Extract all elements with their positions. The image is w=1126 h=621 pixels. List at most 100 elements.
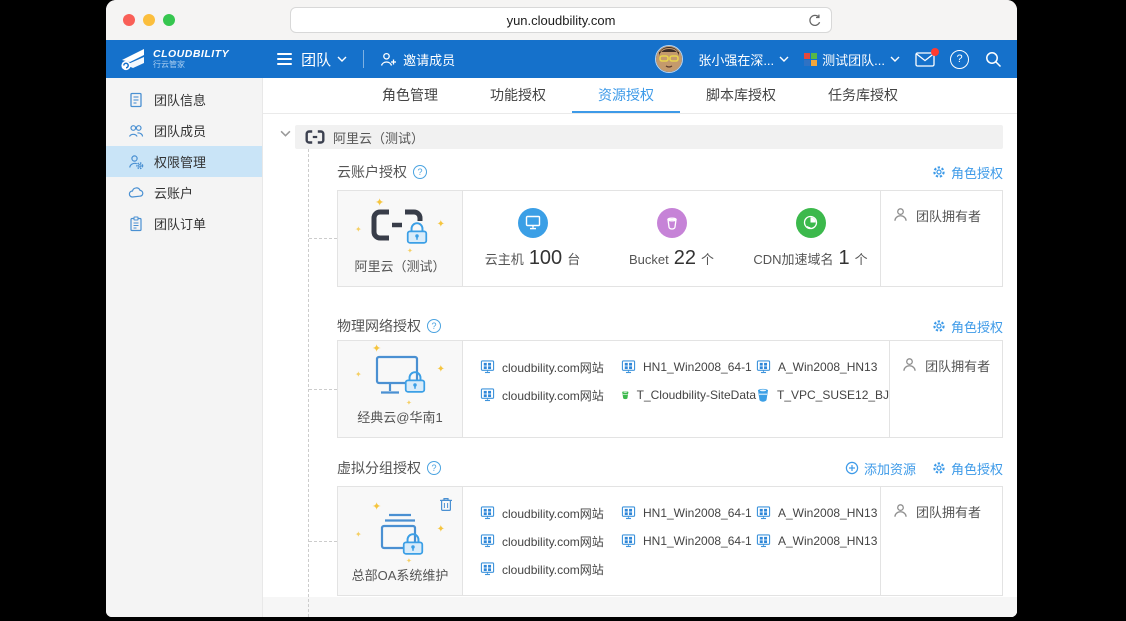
- cloud-host-icon: [517, 207, 548, 238]
- windows-host-icon: [621, 360, 636, 374]
- notification-badge: [931, 47, 939, 56]
- bucket-green-icon: [621, 388, 630, 402]
- browser-titlebar: yun.cloudbility.com: [106, 0, 1017, 41]
- delete-group-icon[interactable]: [439, 496, 453, 512]
- resource-item[interactable]: cloudbility.com网站: [480, 533, 621, 550]
- group-collapse-chevron[interactable]: [280, 130, 291, 137]
- tab-script-library-auth[interactable]: 脚本库授权: [680, 78, 802, 113]
- alicloud-lock-icon: [371, 209, 428, 244]
- tree-connector: [309, 541, 337, 542]
- windows-host-icon: [480, 388, 495, 402]
- cloud-account-group-header[interactable]: 阿里云（测试）: [295, 125, 1003, 149]
- gear-icon: [932, 461, 946, 475]
- chevron-down-icon: [890, 56, 900, 62]
- tab-function-auth[interactable]: 功能授权: [464, 78, 572, 113]
- role-auth-label: 角色授权: [950, 165, 1003, 181]
- stat-unit: 个: [700, 251, 714, 267]
- role-auth-label: 角色授权: [950, 319, 1003, 335]
- resource-item[interactable]: A_Win2008_HN13: [756, 534, 880, 548]
- resource-item[interactable]: cloudbility.com网站: [480, 561, 621, 578]
- role-auth-link[interactable]: 角色授权: [932, 163, 1003, 182]
- brand-subtitle: 行云管家: [153, 60, 185, 70]
- resource-item[interactable]: cloudbility.com网站: [480, 387, 621, 404]
- help-button[interactable]: [950, 49, 969, 69]
- team-grid-icon: [804, 52, 818, 66]
- sidebar-item-team-orders[interactable]: 团队订单: [106, 208, 262, 239]
- stat-unit: 台: [567, 251, 581, 267]
- section-title: 云账户授权: [337, 164, 407, 180]
- resource-item[interactable]: A_Win2008_HN13: [756, 360, 889, 374]
- resource-item[interactable]: A_Win2008_HN13: [756, 506, 880, 520]
- help-icon[interactable]: [427, 461, 441, 475]
- resource-label: A_Win2008_HN13: [778, 506, 878, 520]
- sparkle-icon: ✦: [406, 558, 412, 565]
- group-title: 阿里云（测试）: [333, 130, 425, 146]
- invite-member-button[interactable]: 邀请成员: [380, 50, 455, 69]
- add-resource-link[interactable]: 添加资源: [845, 459, 916, 478]
- tree-connector: [309, 238, 337, 239]
- windows-host-icon: [480, 534, 495, 548]
- classic-network-lock-icon: [375, 355, 426, 394]
- cloudbility-logo-icon: [121, 49, 144, 71]
- sparkle-icon: ✦: [355, 370, 362, 379]
- team-name-label: 测试团队...: [822, 52, 885, 68]
- chevron-down-icon: [337, 56, 347, 62]
- messages-button[interactable]: [915, 47, 939, 67]
- close-window-button[interactable]: [123, 14, 135, 26]
- resource-label: HN1_Win2008_64-1: [643, 360, 752, 374]
- owner-cell: 团队拥有者: [889, 341, 1011, 437]
- cloud-account-card: ✦ ✦ ✦ ✦ 阿里云（测试） 云主机 100 台 Bucket 22 个 CD…: [337, 190, 1003, 287]
- windows-host-icon: [621, 506, 636, 520]
- person-icon: [902, 357, 917, 372]
- windows-host-icon: [756, 360, 771, 374]
- team-menu[interactable]: 团队: [301, 49, 347, 70]
- resource-item[interactable]: HN1_Win2008_64-1: [621, 506, 756, 520]
- windows-host-icon: [480, 562, 495, 576]
- hamburger-menu-icon[interactable]: [277, 53, 293, 65]
- plus-circle-icon: [845, 461, 859, 475]
- zoom-window-button[interactable]: [163, 14, 175, 26]
- sidebar-item-permissions[interactable]: 权限管理: [106, 146, 262, 177]
- search-icon[interactable]: [984, 50, 1003, 69]
- stat-label: CDN加速域名: [753, 251, 834, 267]
- person-icon: [893, 503, 908, 518]
- help-icon[interactable]: [427, 319, 441, 333]
- address-bar[interactable]: yun.cloudbility.com: [290, 7, 832, 33]
- resource-label: cloudbility.com网站: [502, 360, 604, 375]
- tab-resource-auth[interactable]: 资源授权: [572, 78, 680, 113]
- person-gear-icon: [129, 154, 144, 169]
- resource-item[interactable]: cloudbility.com网站: [480, 505, 621, 522]
- people-icon: [128, 124, 144, 137]
- resource-item[interactable]: T_Cloudbility-SiteData: [621, 388, 756, 402]
- brand-logo[interactable]: CLOUDBILITY 行云管家: [120, 47, 229, 71]
- gear-icon: [932, 165, 946, 179]
- team-switcher[interactable]: 测试团队...: [804, 50, 900, 69]
- cloud-icon: [128, 186, 144, 198]
- entity-label: 总部OA系统维护: [351, 568, 449, 583]
- role-auth-link[interactable]: 角色授权: [932, 317, 1003, 336]
- section-head-virtual-group: 虚拟分组授权 添加资源 角色授权: [337, 456, 1003, 480]
- tab-role-management[interactable]: 角色管理: [356, 78, 464, 113]
- user-avatar[interactable]: [655, 45, 684, 73]
- person-plus-icon: [380, 52, 397, 66]
- resource-item[interactable]: cloudbility.com网站: [480, 359, 621, 376]
- resource-item[interactable]: T_VPC_SUSE12_BJ: [756, 388, 889, 402]
- sidebar-item-team-info[interactable]: 团队信息: [106, 84, 262, 115]
- resource-item[interactable]: HN1_Win2008_64-1: [621, 360, 756, 374]
- help-icon[interactable]: [413, 165, 427, 179]
- add-resource-label: 添加资源: [863, 461, 916, 477]
- user-menu[interactable]: 张小强在深...: [698, 50, 789, 69]
- sparkle-icon: ✦: [372, 501, 382, 513]
- resource-label: HN1_Win2008_64-1: [643, 534, 752, 548]
- resource-item[interactable]: HN1_Win2008_64-1: [621, 534, 756, 548]
- sparkle-icon: ✦: [372, 343, 382, 355]
- sidebar-item-cloud-accounts[interactable]: 云账户: [106, 177, 262, 208]
- tab-task-library-auth[interactable]: 任务库授权: [802, 78, 924, 113]
- resource-label: cloudbility.com网站: [502, 506, 604, 521]
- role-auth-link[interactable]: 角色授权: [932, 459, 1003, 478]
- stat-cloud-host: 云主机 100 台: [463, 191, 602, 286]
- reload-icon[interactable]: [807, 13, 822, 28]
- sidebar-item-team-members[interactable]: 团队成员: [106, 115, 262, 146]
- sparkle-icon: ✦: [375, 197, 385, 209]
- minimize-window-button[interactable]: [143, 14, 155, 26]
